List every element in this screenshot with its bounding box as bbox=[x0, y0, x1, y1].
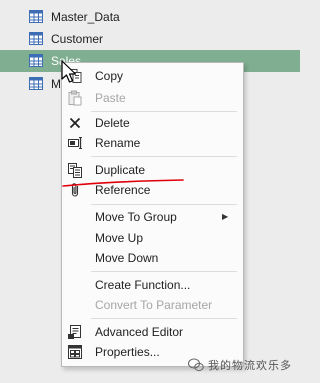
mouse-cursor-icon bbox=[61, 60, 77, 83]
menu-item-label: Create Function... bbox=[95, 278, 191, 292]
menu-item-move-up[interactable]: Move Up bbox=[62, 227, 243, 249]
watermark-text: 我的物流欢乐多 bbox=[208, 360, 292, 372]
menu-item-label: Rename bbox=[95, 136, 141, 150]
paste-icon bbox=[68, 90, 82, 106]
menu-item-label: Move Up bbox=[95, 231, 144, 245]
menu-item-label: Move Down bbox=[95, 251, 159, 265]
query-item-master-data[interactable]: Master_Data bbox=[0, 6, 300, 28]
menu-item-label: Move To Group bbox=[95, 210, 177, 224]
context-menu: Copy Paste Delete Rename Duplicate Refer… bbox=[61, 62, 244, 367]
menu-item-label: Paste bbox=[95, 91, 126, 105]
advanced-editor-icon bbox=[68, 325, 81, 339]
properties-icon bbox=[68, 345, 82, 359]
submenu-arrow-icon: ▶ bbox=[222, 212, 229, 221]
menu-item-advanced-editor[interactable]: Advanced Editor bbox=[62, 321, 243, 343]
menu-item-label: Copy bbox=[95, 69, 124, 83]
query-item-customer[interactable]: Customer bbox=[0, 28, 300, 50]
menu-item-create-function[interactable]: Create Function... bbox=[62, 274, 243, 296]
wechat-icon bbox=[188, 358, 204, 372]
table-icon bbox=[29, 54, 43, 67]
menu-separator bbox=[91, 318, 237, 319]
query-label: Master_Data bbox=[51, 10, 120, 24]
rename-icon bbox=[68, 137, 82, 149]
delete-x-icon bbox=[69, 117, 81, 129]
annotation-underline bbox=[62, 179, 184, 187]
menu-item-copy[interactable]: Copy bbox=[62, 65, 243, 87]
menu-item-convert-to-parameter[interactable]: Convert To Parameter bbox=[62, 294, 243, 316]
menu-item-rename[interactable]: Rename bbox=[62, 132, 243, 154]
table-icon bbox=[29, 10, 43, 23]
menu-item-move-down[interactable]: Move Down bbox=[62, 247, 243, 269]
menu-item-delete[interactable]: Delete bbox=[62, 112, 243, 134]
menu-separator bbox=[91, 156, 237, 157]
query-label: Customer bbox=[51, 32, 104, 46]
menu-separator bbox=[91, 271, 237, 272]
menu-item-label: Delete bbox=[95, 116, 130, 130]
menu-item-label: Properties... bbox=[95, 345, 160, 359]
table-icon bbox=[29, 77, 43, 90]
table-icon bbox=[29, 32, 43, 45]
menu-separator bbox=[91, 204, 237, 205]
watermark: 我的物流欢乐多 bbox=[188, 355, 300, 375]
menu-item-paste[interactable]: Paste bbox=[62, 87, 243, 109]
menu-item-label: Advanced Editor bbox=[95, 325, 184, 339]
duplicate-icon bbox=[68, 163, 82, 178]
menu-item-move-to-group[interactable]: Move To Group ▶ bbox=[62, 206, 243, 228]
menu-item-label: Convert To Parameter bbox=[95, 298, 213, 312]
